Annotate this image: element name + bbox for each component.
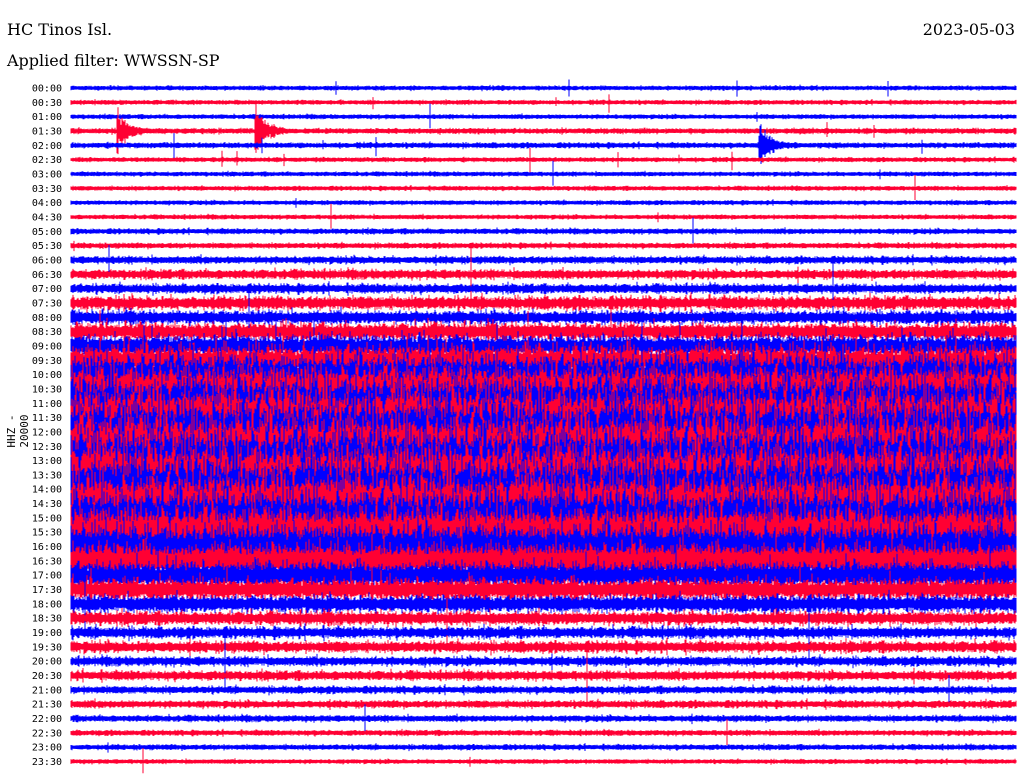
trace-row-1930: [70, 637, 1017, 657]
row-time-label: 01:00: [32, 112, 62, 123]
trace-row-0730: [70, 292, 1017, 314]
row-time-label: 09:00: [32, 341, 62, 352]
row-time-label: 23:30: [32, 757, 62, 768]
row-time-label: 05:30: [32, 241, 62, 252]
trace-row-2330: [70, 748, 1017, 774]
row-time-label: 02:00: [32, 141, 62, 152]
row-time-label: 11:30: [32, 413, 62, 424]
trace-row-0430: [70, 203, 1017, 229]
row-time-label: 00:00: [32, 84, 62, 95]
row-time-label: 15:30: [32, 528, 62, 539]
trace-row-2300: [70, 742, 1017, 753]
trace-row-2200: [70, 704, 1017, 732]
row-time-label: 20:00: [32, 657, 62, 668]
row-time-label: 15:00: [32, 513, 62, 524]
row-time-label: 05:00: [32, 227, 62, 238]
row-time-label: 06:30: [32, 270, 62, 281]
row-time-label: 19:30: [32, 642, 62, 653]
row-time-label: 19:00: [32, 628, 62, 639]
trace-row-0230: [70, 148, 1017, 174]
row-time-label: 16:30: [32, 556, 62, 567]
row-time-label: 18:00: [32, 599, 62, 610]
row-time-label: 03:00: [32, 169, 62, 180]
row-time-label: 20:30: [32, 671, 62, 682]
row-time-label: 03:30: [32, 184, 62, 195]
row-time-label: 14:00: [32, 485, 62, 496]
row-time-label: 04:30: [32, 212, 62, 223]
trace-row-0600: [70, 245, 1017, 274]
trace-row-0000: [70, 79, 1017, 97]
trace-row-0500: [70, 217, 1017, 244]
row-time-label: 18:30: [32, 614, 62, 625]
trace-row-2230: [70, 719, 1017, 745]
row-time-label: 23:00: [32, 743, 62, 754]
row-time-label: 14:30: [32, 499, 62, 510]
helicorder-plot: 00:00 00:30 01:00 01:30 02:00 02:30 03:00 03:30…: [32, 79, 1017, 774]
row-time-label: 00:30: [32, 98, 62, 109]
trace-row-0330: [70, 175, 1017, 200]
row-time-label: 10:30: [32, 384, 62, 395]
row-time-label: 10:00: [32, 370, 62, 381]
row-time-label: 22:00: [32, 714, 62, 725]
row-time-label: 21:30: [32, 700, 62, 711]
row-time-label: 09:30: [32, 356, 62, 367]
trace-row-0400: [70, 198, 1017, 208]
row-time-label: 01:30: [32, 126, 62, 137]
row-time-label: 17:30: [32, 585, 62, 596]
row-time-label: 08:30: [32, 327, 62, 338]
row-time-label: 13:30: [32, 470, 62, 481]
trace-row-0300: [70, 160, 1017, 186]
row-time-label: 17:00: [32, 571, 62, 582]
trace-row-0530: [70, 240, 1017, 252]
row-time-label: 07:30: [32, 298, 62, 309]
trace-row-0100: [70, 103, 1017, 129]
row-time-label: 06:00: [32, 255, 62, 266]
row-time-label: 13:00: [32, 456, 62, 467]
trace-row-0030: [70, 94, 1017, 113]
row-time-label: 21:00: [32, 685, 62, 696]
row-time-label: 16:00: [32, 542, 62, 553]
row-time-label: 12:30: [32, 442, 62, 453]
trace-row-2130: [70, 698, 1017, 710]
row-time-label: 11:00: [32, 399, 62, 410]
row-time-label: 02:30: [32, 155, 62, 166]
row-time-label: 08:00: [32, 313, 62, 324]
row-time-label: 04:00: [32, 198, 62, 209]
row-time-label: 22:30: [32, 728, 62, 739]
row-time-label: 07:00: [32, 284, 62, 295]
row-time-label: 12:00: [32, 427, 62, 438]
